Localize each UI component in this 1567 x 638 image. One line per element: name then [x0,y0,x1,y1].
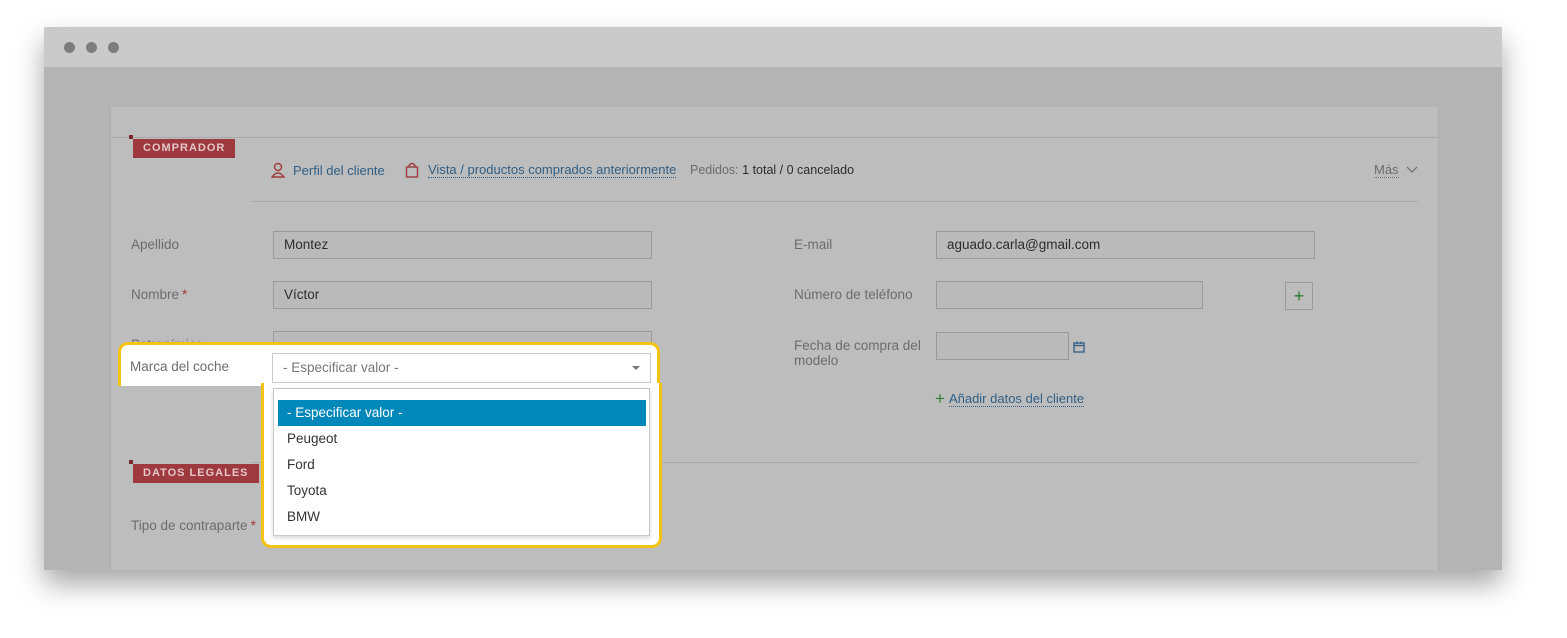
purchase-date-label-line1: Fecha de compra del [794,338,921,353]
car-brand-option[interactable]: Ford [278,452,646,478]
car-brand-dropdown: - Especificar valor - Peugeot Ford Toyot… [273,388,650,536]
surname-input[interactable]: Montez [273,231,652,259]
orders-value: 1 total / 0 cancelado [742,163,855,177]
car-brand-option[interactable]: BMW [278,504,646,530]
add-phone-button[interactable]: + [1285,282,1313,310]
required-mark: * [250,518,256,533]
caret-down-icon [632,366,640,370]
car-brand-select-value: - Especificar valor - [283,360,399,375]
buyer-section-ribbon: COMPRADOR [128,135,236,158]
car-brand-option[interactable]: - Especificar valor - [278,400,646,426]
legal-section-ribbon: DATOS LEGALES [129,460,259,483]
orders-summary: Pedidos: 1 total / 0 cancelado [690,163,854,177]
car-brand-label: Marca del coche [130,359,230,374]
car-brand-select[interactable]: - Especificar valor - [272,353,651,383]
card-divider [111,137,1438,138]
purchased-products-link[interactable]: Vista / productos comprados anteriorment… [405,162,677,178]
email-input[interactable]: aguado.carla@gmail.com [936,231,1315,259]
purchase-date-label-line2: modelo [794,353,839,368]
surname-label: Apellido [131,237,180,252]
add-client-data-link[interactable]: + Añadir datos del cliente [935,389,1085,408]
counterparty-type-label-text: Tipo de contraparte [131,518,248,533]
phone-label: Número de teléfono [794,287,913,302]
minimize-dot[interactable] [86,42,97,53]
section-divider [251,201,1418,202]
shopping-bag-icon [405,162,419,178]
car-brand-option[interactable]: Toyota [278,478,646,504]
more-label: Más [1374,162,1399,178]
purchased-products-link-label: Vista / productos comprados anteriorment… [428,162,677,178]
counterparty-type-label: Tipo de contraparte * [131,518,256,533]
maximize-dot[interactable] [108,42,119,53]
user-icon [271,162,285,178]
first-name-input[interactable]: Víctor [273,281,652,309]
customer-profile-link-label: Perfil del cliente [293,162,385,178]
customer-profile-link[interactable]: Perfil del cliente [271,162,385,178]
first-name-label-text: Nombre [131,287,180,302]
car-brand-option[interactable]: Peugeot [278,426,646,452]
phone-input[interactable] [936,281,1203,309]
purchase-date-input[interactable] [936,332,1069,360]
calendar-icon[interactable] [1073,341,1085,353]
required-mark: * [182,287,188,302]
first-name-label: Nombre * [131,287,187,302]
orders-label: Pedidos: [690,163,739,177]
close-dot[interactable] [64,42,75,53]
window-titlebar [44,27,1502,67]
purchase-date-label: Fecha de compra del modelo [794,338,921,368]
more-dropdown[interactable]: Más [1374,162,1418,178]
chevron-down-icon [1406,166,1417,173]
add-client-data-label: Añadir datos del cliente [948,391,1085,407]
plus-icon: + [935,389,945,408]
email-label: E-mail [794,237,833,252]
